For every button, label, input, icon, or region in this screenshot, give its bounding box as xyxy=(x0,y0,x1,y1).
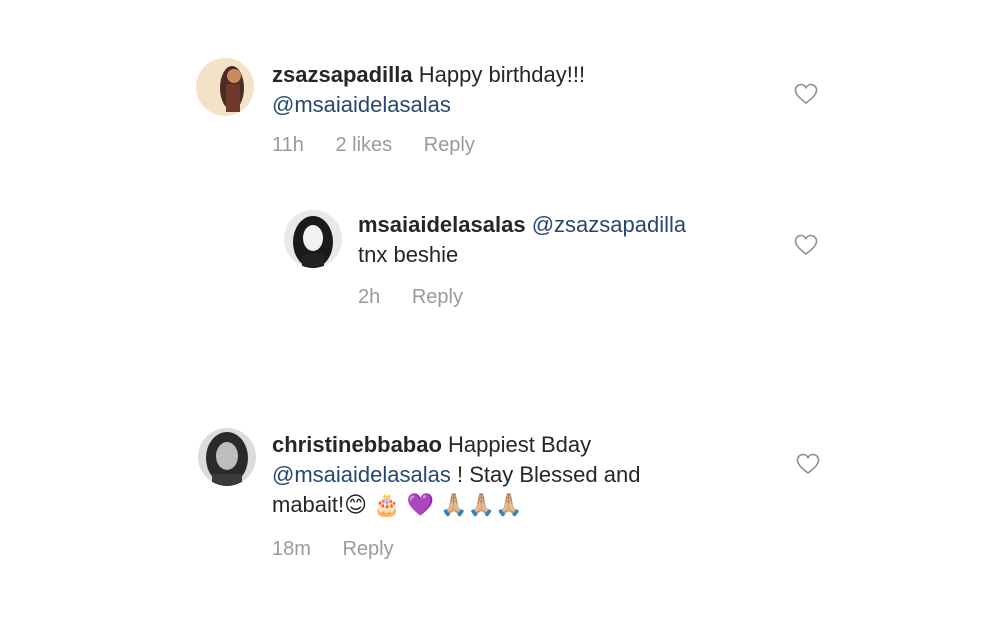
comment-text: Happiest Bday xyxy=(448,432,592,457)
emoji-sequence: 😊 🎂 💜 🙏🏼🙏🏼🙏🏼 xyxy=(344,492,523,517)
comment-text: tnx beshie xyxy=(358,242,459,267)
avatar-msaiaidelasalas[interactable] xyxy=(284,210,342,268)
comment-mention[interactable]: @zsazsapadilla xyxy=(532,212,686,237)
comment-timestamp: 11h xyxy=(272,134,304,156)
comment-mention[interactable]: @msaiaidelasalas xyxy=(272,462,451,487)
reply-button[interactable]: Reply xyxy=(412,286,463,308)
comment-text: ! Stay Blessed and xyxy=(456,462,641,487)
comment-username[interactable]: christinebbabao xyxy=(272,432,442,457)
heart-outline-icon[interactable] xyxy=(796,453,820,475)
comment-mention[interactable]: @msaiaidelasalas xyxy=(272,92,451,117)
heart-outline-icon[interactable] xyxy=(794,83,818,105)
comment-likes[interactable]: 2 likes xyxy=(335,134,392,156)
comment-username[interactable]: zsazsapadilla xyxy=(272,62,413,87)
heart-outline-icon[interactable] xyxy=(794,234,818,256)
reply-button[interactable]: Reply xyxy=(424,134,475,156)
comment-text: Happy birthday!!! xyxy=(418,62,586,87)
comment-username[interactable]: msaiaidelasalas xyxy=(358,212,526,237)
comment-timestamp: 2h xyxy=(358,286,381,308)
avatar-christinebbabao[interactable] xyxy=(198,428,256,486)
comment-timestamp: 18m xyxy=(272,538,311,560)
reply-button[interactable]: Reply xyxy=(342,538,393,560)
avatar-zsazsapadilla[interactable] xyxy=(196,58,254,116)
comment-text: mabait! xyxy=(272,492,345,517)
